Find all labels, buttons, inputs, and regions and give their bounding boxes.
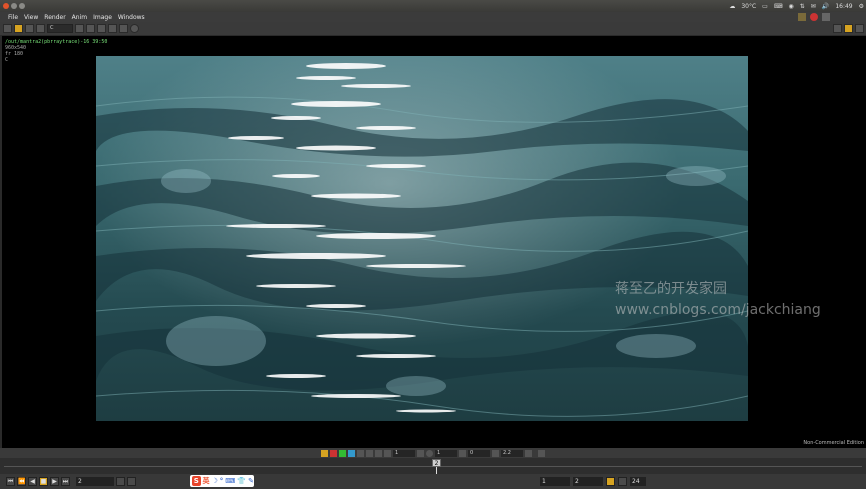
play-button[interactable]: ▶ (50, 477, 59, 486)
gear-icon[interactable]: ⚙ (859, 3, 864, 10)
battery-icon[interactable]: ▭ (762, 3, 768, 10)
channel-stepper[interactable] (75, 24, 84, 33)
histogram-icon[interactable] (538, 449, 545, 457)
layout-grid-button[interactable] (844, 24, 853, 33)
zoom-icon[interactable] (366, 449, 373, 457)
moon-icon[interactable]: ☽ (212, 477, 218, 485)
viewer-field-3[interactable]: 0 (468, 449, 490, 457)
volume-icon[interactable]: 🔊 (822, 3, 829, 10)
mplay-toolbar: C (0, 22, 866, 36)
viewer-control-bar: 1 1 0 2.2 (0, 448, 866, 458)
range-end-field[interactable]: 2 (573, 477, 603, 486)
timeline[interactable]: 2 (0, 458, 866, 474)
watermark-title: 蒋至乙的开发家园 (615, 281, 727, 297)
color-correct-button[interactable] (321, 449, 328, 457)
range-start-field[interactable]: 1 (540, 477, 570, 486)
edition-label: Non-Commercial Edition (803, 440, 864, 446)
settings-circle-icon[interactable]: ◉ (789, 3, 794, 10)
green-channel-button[interactable] (339, 449, 346, 457)
stop-button[interactable]: ■ (39, 477, 48, 486)
gamma-icon[interactable] (492, 449, 499, 457)
network-icon[interactable]: ⇅ (800, 3, 805, 10)
red-dot-icon[interactable] (810, 13, 818, 21)
blue-channel-button[interactable] (348, 449, 355, 457)
window-minimize-button[interactable] (11, 3, 17, 9)
keyboard-icon[interactable]: ⌨ (774, 3, 783, 10)
clock[interactable]: 16:49 (835, 3, 852, 10)
step-up-button[interactable] (417, 449, 424, 457)
punct-icon[interactable]: ° (220, 477, 224, 485)
play-reverse-button[interactable]: ◀ (28, 477, 37, 486)
playback-bar: ⏮ ⏪ ◀ ■ ▶ ⏭ 2 (0, 474, 866, 489)
tool-button[interactable] (108, 24, 117, 33)
mail-icon[interactable]: ✉ (811, 3, 816, 10)
menu-anim[interactable]: Anim (72, 14, 87, 21)
layout-single-button[interactable] (833, 24, 842, 33)
gear-icon[interactable] (822, 13, 830, 21)
fps-field[interactable]: 24 (630, 477, 646, 486)
menu-image[interactable]: Image (93, 14, 112, 21)
layout-button[interactable] (25, 24, 34, 33)
shirt-icon[interactable]: 👕 (237, 477, 246, 485)
offset-icon[interactable] (459, 449, 466, 457)
system-tray: ☁ 30°C ▭ ⌨ ◉ ⇅ ✉ 🔊 16:49 ⚙ (729, 1, 864, 11)
ime-toolbar[interactable]: S 英 ☽ ° ⌨ 👕 ✎ (190, 475, 254, 487)
viewer-field-2[interactable]: 1 (435, 449, 457, 457)
menu-bar: File View Render Anim Image Windows (0, 12, 866, 22)
red-channel-button[interactable] (330, 449, 337, 457)
pin-icon[interactable] (798, 13, 806, 21)
frame-range: 1 2 24 (540, 477, 646, 486)
info-icon[interactable] (130, 24, 139, 33)
contrast-icon[interactable] (426, 449, 433, 457)
menu-render[interactable]: Render (44, 14, 65, 21)
view-mode-button[interactable] (3, 24, 12, 33)
ime-lang[interactable]: 英 (203, 476, 210, 486)
weather-icon[interactable]: ☁ (729, 3, 735, 10)
system-title-bar: ☁ 30°C ▭ ⌨ ◉ ⇅ ✉ 🔊 16:49 ⚙ (0, 0, 866, 12)
window-maximize-button[interactable] (19, 3, 25, 9)
watermark-url: www.cnblogs.com/jackchiang (615, 302, 821, 318)
render-channel: C (5, 57, 9, 63)
watermark: 蒋至乙的开发家园 www.cnblogs.com/jackchiang (615, 279, 821, 321)
snapshot-button[interactable] (86, 24, 95, 33)
menu-view[interactable]: View (24, 14, 38, 21)
select-mode-button[interactable] (14, 24, 23, 33)
transform-button[interactable] (119, 24, 128, 33)
frame-field[interactable]: 2 (76, 477, 114, 486)
current-frame-marker[interactable]: 2 (432, 459, 441, 467)
weather-temp[interactable]: 30°C (741, 3, 756, 10)
rendered-ocean-image[interactable] (96, 56, 748, 421)
render-info: /out/mantra2(pbrraytrace)-16 39:50 960x5… (5, 39, 107, 63)
frame-stepper[interactable] (116, 477, 125, 486)
tool-icon[interactable]: ✎ (248, 477, 254, 485)
frame-stepper-2[interactable] (127, 477, 136, 486)
step-down-button[interactable] (384, 449, 391, 457)
go-end-button[interactable]: ⏭ (61, 477, 70, 486)
go-start-button[interactable]: ⏮ (6, 477, 15, 486)
layout-quad-button[interactable] (855, 24, 864, 33)
display-button[interactable] (36, 24, 45, 33)
gamma-field[interactable]: 2.2 (501, 449, 523, 457)
alpha-channel-button[interactable] (357, 449, 364, 457)
menu-right-icons (798, 13, 830, 21)
timeline-needle[interactable] (436, 467, 437, 474)
menu-file[interactable]: File (8, 14, 18, 21)
menu-windows[interactable]: Windows (118, 14, 145, 21)
window-close-button[interactable] (3, 3, 9, 9)
viewer-field-1[interactable]: 1 (393, 449, 415, 457)
keyboard-icon[interactable]: ⌨ (225, 477, 235, 485)
channel-select[interactable]: C (47, 24, 73, 33)
step-back-button[interactable]: ⏪ (17, 477, 26, 486)
realtime-button[interactable] (618, 477, 627, 486)
compare-button[interactable] (97, 24, 106, 33)
range-lock-button[interactable] (606, 477, 615, 486)
render-viewport[interactable]: /out/mantra2(pbrraytrace)-16 39:50 960x5… (0, 36, 866, 448)
lut-icon[interactable] (525, 449, 532, 457)
sogou-logo[interactable]: S (192, 476, 201, 486)
toolbar-right (833, 24, 864, 33)
ocean-image-art (96, 56, 748, 421)
exposure-icon[interactable] (375, 449, 382, 457)
